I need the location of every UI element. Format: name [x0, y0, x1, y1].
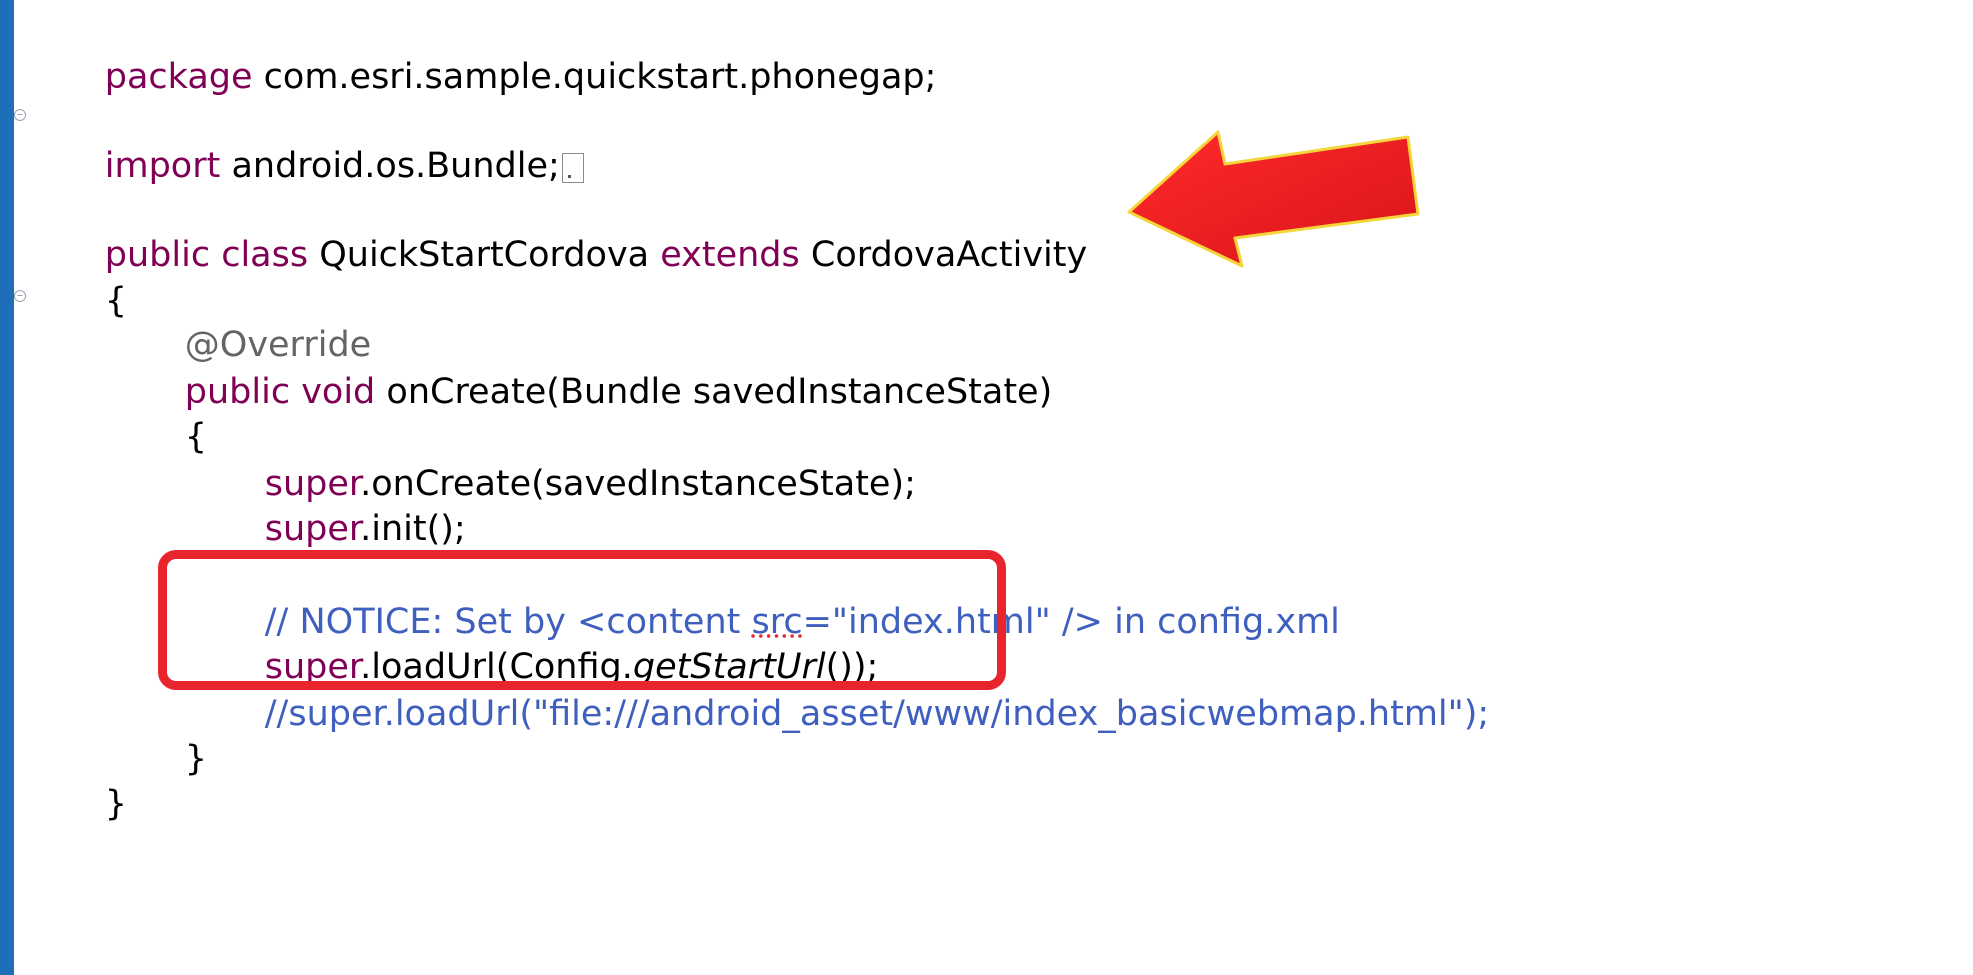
code-area[interactable]: package com.esri.sample.quickstart.phone…	[0, 0, 1973, 975]
keyword: void	[290, 372, 376, 412]
code-text: onCreate(Bundle savedInstanceState)	[375, 372, 1053, 412]
code-line-super-oncreate: super.onCreate(savedInstanceState);	[198, 415, 916, 504]
code-line-package: package com.esri.sample.quickstart.phone…	[38, 8, 937, 97]
parent-class-name: CordovaActivity	[799, 235, 1088, 275]
keyword: class	[210, 235, 309, 275]
code-line-annotation: @Override	[118, 276, 371, 365]
code-line-open-brace: {	[38, 232, 127, 321]
code-line-method-close: }	[118, 690, 207, 779]
code-text: com.esri.sample.quickstart.phonegap;	[252, 57, 937, 97]
comment: //super.loadUrl("file:///android_asset/w…	[264, 694, 1490, 734]
code-line-class-close: }	[38, 735, 127, 824]
code-line-method-open: {	[118, 368, 207, 457]
keyword: extends	[660, 235, 800, 275]
code-text: }	[184, 739, 208, 779]
code-editor-screenshot: − − package com.esri.sample.quickstart.p…	[0, 0, 1973, 975]
collapsed-imports-icon[interactable]	[561, 153, 584, 183]
keyword: import	[104, 146, 221, 186]
red-arrow-icon	[1127, 130, 1420, 268]
highlight-box	[158, 550, 1006, 690]
code-text: android.os.Bundle;	[220, 146, 560, 186]
code-line-super-init: super.init();	[198, 460, 466, 549]
code-line-method-signature: public void onCreate(Bundle savedInstanc…	[118, 323, 1052, 412]
keyword: package	[104, 57, 253, 97]
code-line-class-declaration: public class QuickStartCordova extends C…	[38, 186, 1087, 275]
code-line-import: import android.os.Bundle;	[38, 97, 584, 186]
class-name: QuickStartCordova	[308, 235, 661, 275]
keyword: super	[264, 509, 361, 549]
code-text: .init();	[360, 509, 466, 549]
code-text: }	[104, 784, 128, 824]
